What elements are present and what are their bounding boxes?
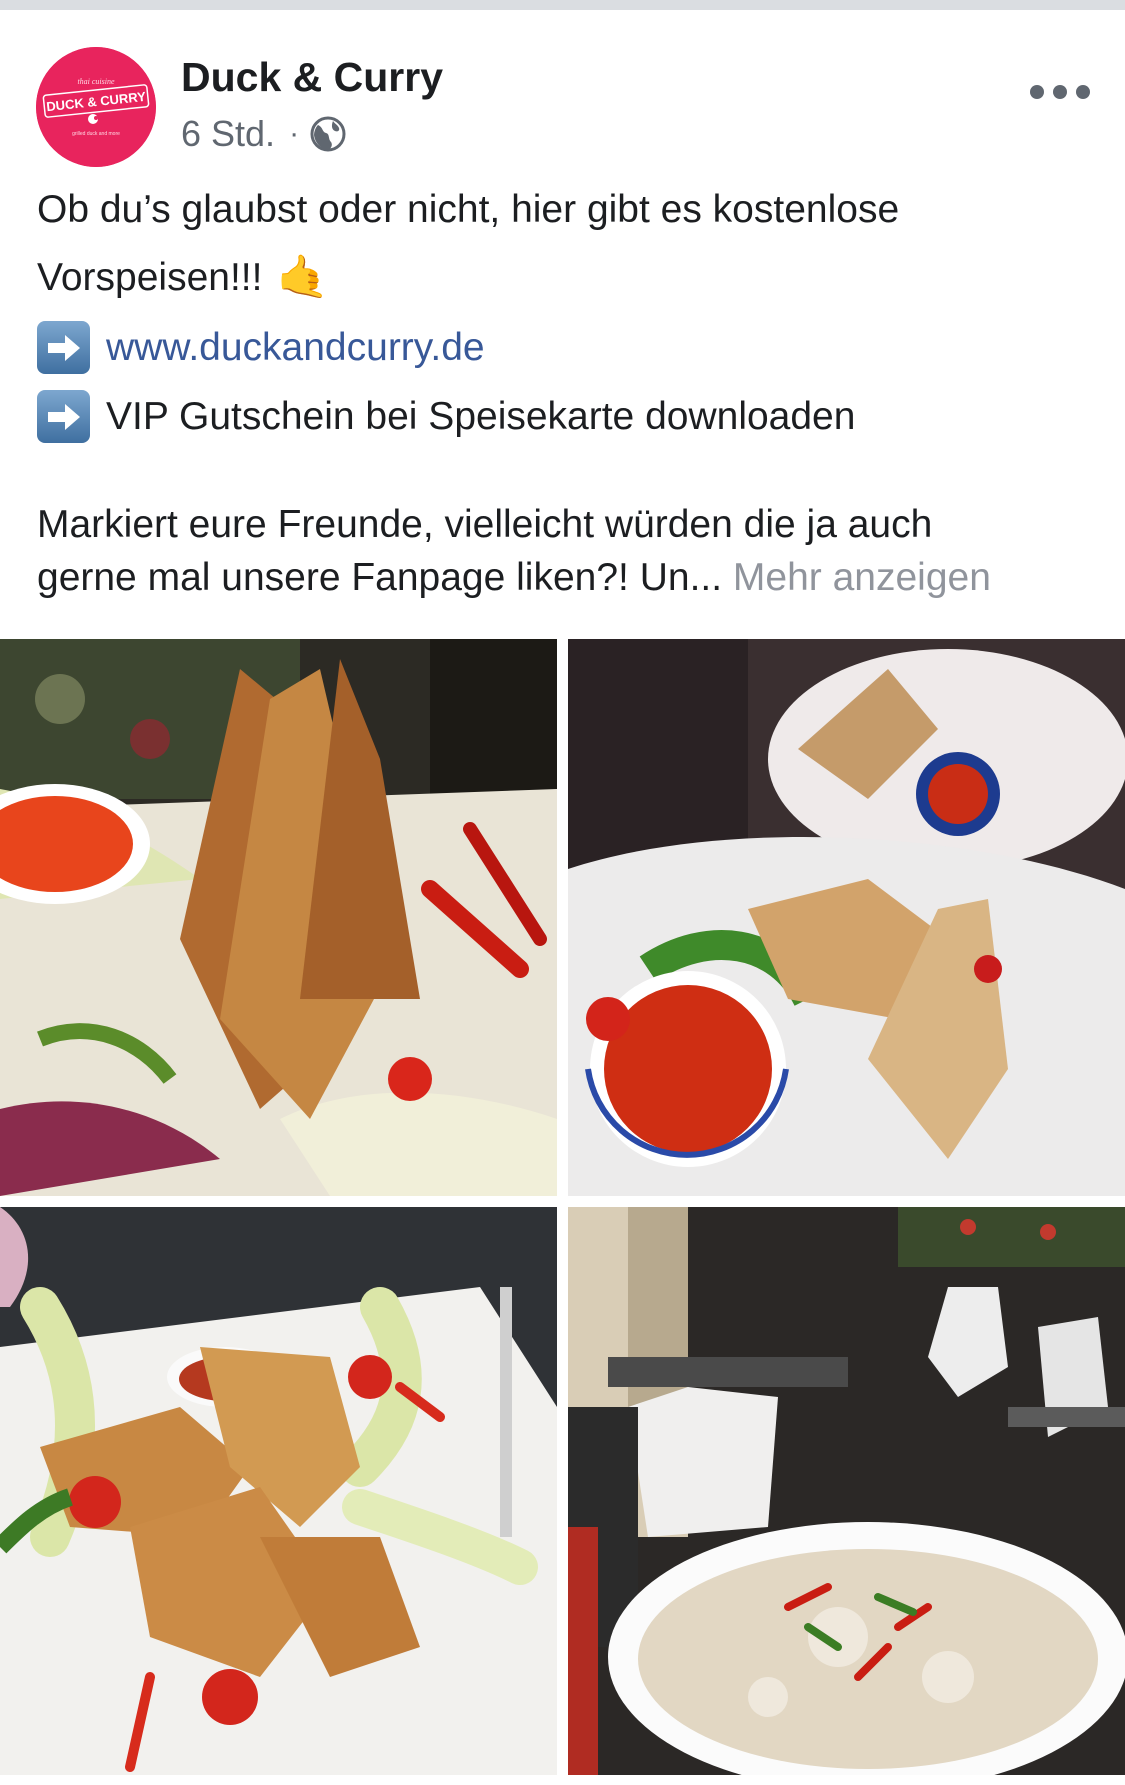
post-text-segment: VIP Gutschein bei Speisekarte downloaden xyxy=(106,394,856,438)
more-dot xyxy=(1076,85,1090,99)
post-text-line: gerne mal unsere Fanpage liken?! Un... M… xyxy=(37,556,1097,600)
post-text-segment: gerne mal unsere Fanpage liken?! Un... xyxy=(37,556,723,599)
page-avatar[interactable]: thai cuisine DUCK & CURRY grilled duck a… xyxy=(36,47,156,167)
feed-separator xyxy=(0,0,1125,10)
post-card: thai cuisine DUCK & CURRY grilled duck a… xyxy=(0,10,1125,1785)
page-name[interactable]: Duck & Curry xyxy=(181,54,443,101)
spring-rolls-plate-photo[interactable] xyxy=(0,639,557,1196)
svg-text:grilled duck and more: grilled duck and more xyxy=(72,131,120,137)
see-more-link[interactable]: Mehr anzeigen xyxy=(733,556,991,599)
meta-separator: · xyxy=(289,117,300,150)
globe-icon xyxy=(310,116,346,152)
duck-and-curry-logo: thai cuisine DUCK & CURRY grilled duck a… xyxy=(36,47,156,167)
website-link[interactable]: www.duckandcurry.de xyxy=(106,326,485,370)
post-link-line: www.duckandcurry.de xyxy=(37,321,1097,374)
restaurant-terrace-soup-photo[interactable] xyxy=(568,1207,1125,1775)
post-text-line: Markiert eure Freunde, vielleicht würden… xyxy=(37,503,933,546)
more-options-icon[interactable] xyxy=(1030,72,1090,112)
right-arrow-icon xyxy=(37,321,90,374)
right-arrow-icon xyxy=(37,390,90,443)
post-timestamp[interactable]: 6 Std. xyxy=(181,113,275,155)
spring-rolls-two-plates-photo[interactable] xyxy=(568,639,1125,1196)
fried-wontons-photo[interactable] xyxy=(0,1207,557,1775)
post-meta: 6 Std. · xyxy=(181,110,347,158)
post-text-segment: Vorspeisen!!! xyxy=(37,255,263,299)
svg-text:thai cuisine: thai cuisine xyxy=(77,77,115,86)
post-text-line: VIP Gutschein bei Speisekarte downloaden xyxy=(37,390,1097,443)
more-dot xyxy=(1030,85,1044,99)
more-dot xyxy=(1053,85,1067,99)
call-me-hand-emoji: 🤙 xyxy=(276,253,329,300)
post-text-line: Vorspeisen!!! 🤙 xyxy=(37,253,1097,302)
post-text-line: Ob du’s glaubst oder nicht, hier gibt es… xyxy=(37,188,900,231)
